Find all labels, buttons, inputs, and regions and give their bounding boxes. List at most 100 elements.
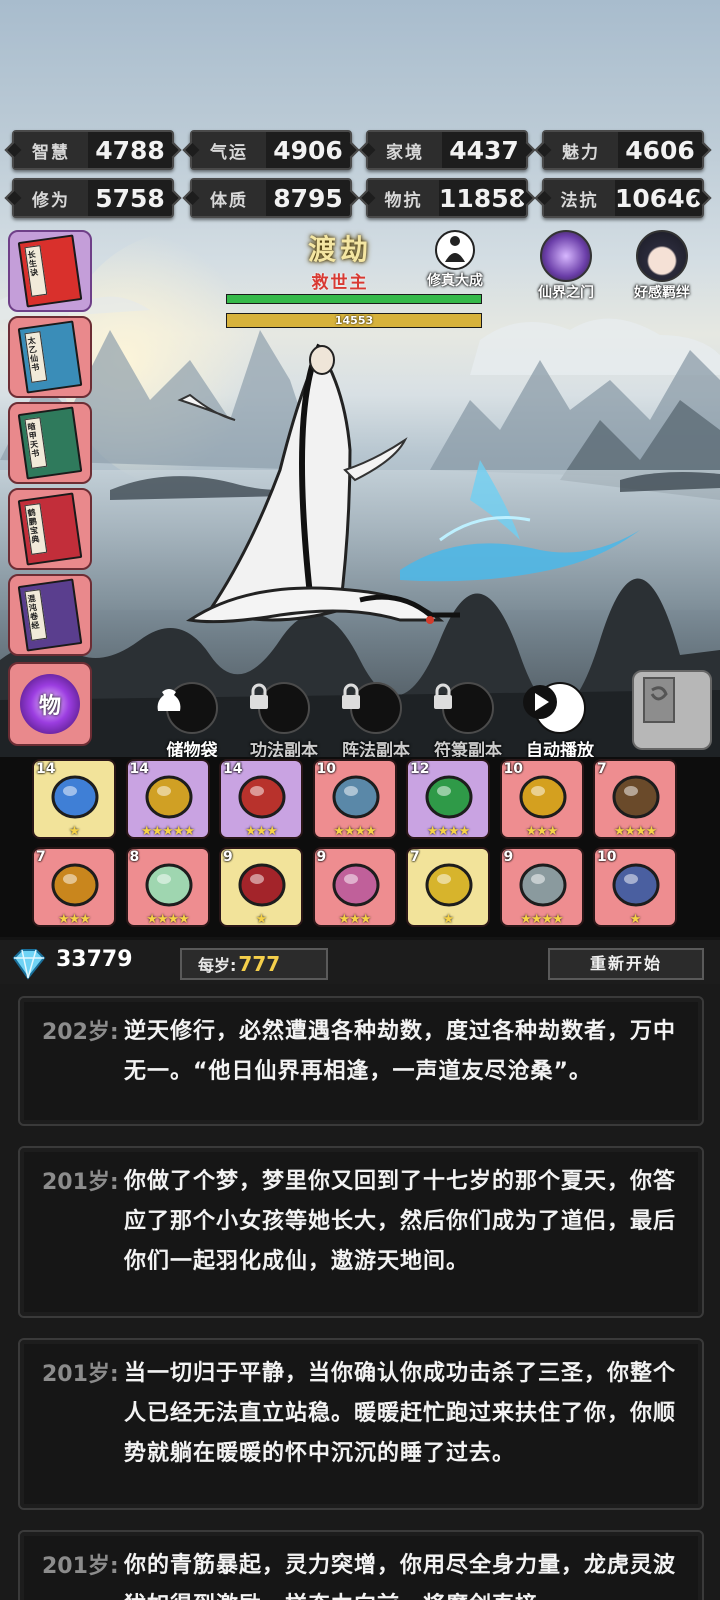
scroll-icon bbox=[332, 863, 379, 907]
action-skill-dungeon[interactable]: 功法副本 bbox=[244, 682, 324, 760]
item-slot[interactable]: 9 ★ bbox=[219, 847, 303, 927]
sword-icon bbox=[238, 863, 286, 907]
item-stars: ★ bbox=[255, 912, 268, 927]
item-stars: ★ bbox=[629, 912, 642, 927]
claw-icon bbox=[425, 775, 473, 819]
action-formation-dungeon[interactable]: 阵法副本 bbox=[336, 682, 416, 760]
restart-button[interactable]: 重新开始 bbox=[548, 948, 704, 980]
gate-icon bbox=[540, 230, 592, 282]
item-level: 14 bbox=[129, 761, 149, 777]
stat-wisdom: 智慧 4788 bbox=[12, 130, 174, 170]
item-slot[interactable]: 12 ★★★★ bbox=[406, 759, 490, 839]
item-level: 12 bbox=[410, 761, 430, 777]
hp-bar bbox=[226, 294, 482, 304]
item-level: 10 bbox=[597, 849, 617, 865]
log-text: 当一切归于平静，当你确认你成功击杀了三圣，你整个人已经无法直立站稳。暖暖赶忙跑过… bbox=[124, 1361, 677, 1466]
item-level: 14 bbox=[36, 761, 56, 777]
scroll-button[interactable] bbox=[632, 670, 712, 750]
item-slot[interactable]: 7 ★ bbox=[406, 847, 490, 927]
item-slot[interactable]: 14 ★ bbox=[32, 759, 116, 839]
book-button-2[interactable]: 暗甲天书 bbox=[8, 402, 92, 484]
amulet-icon bbox=[519, 775, 566, 819]
item-level: 8 bbox=[129, 849, 140, 865]
jade-seal-icon bbox=[145, 863, 192, 907]
item-slot[interactable]: 8 ★★★★ bbox=[125, 847, 210, 927]
green-book-icon: 暗甲天书 bbox=[17, 406, 83, 480]
item-stars: ★★★★ bbox=[520, 912, 564, 927]
item-level: 9 bbox=[316, 849, 327, 865]
items-orb-button[interactable]: 物 bbox=[8, 662, 92, 746]
axe-icon bbox=[519, 863, 566, 907]
hammer-icon bbox=[612, 775, 660, 819]
log-entry: 201岁: 当一切归于平静，当你确认你成功击杀了三圣，你整个人已经无法直立站稳。… bbox=[18, 1338, 704, 1510]
age-rate-box: 每岁: 777 bbox=[180, 948, 328, 980]
dagger-icon bbox=[332, 775, 379, 819]
item-level: 7 bbox=[36, 849, 46, 865]
log-text: 逆天修行，必然遭遇各种劫数，度过各种劫数者，万中无一。“他日仙界再相逢，一声道友… bbox=[124, 1019, 677, 1084]
item-stars: ★★★★★ bbox=[140, 824, 195, 839]
book-button-1[interactable]: 太乙仙书 bbox=[8, 316, 92, 398]
bag-icon bbox=[157, 682, 218, 734]
stat-family: 家境 4437 bbox=[366, 130, 528, 170]
stat-charm: 魅力 4606 bbox=[542, 130, 704, 170]
staff-icon bbox=[425, 863, 473, 907]
item-stars: ★★★★ bbox=[613, 824, 658, 839]
stat-physical-resist: 物抗 11858 bbox=[366, 178, 528, 218]
action-autoplay[interactable]: 自动播放 bbox=[520, 682, 600, 760]
action-talisman-dungeon[interactable]: 符箓副本 bbox=[428, 682, 508, 760]
game-screen: 智慧 4788 气运 4906 家境 4437 魅力 4606 修为 5758 体质 879… bbox=[0, 0, 720, 1600]
item-slot[interactable]: 9 ★★★ bbox=[312, 847, 397, 927]
cultivate-label: 修真大成 bbox=[427, 273, 483, 289]
age-rate-label: 每岁: bbox=[198, 956, 237, 975]
item-slot[interactable]: 14 ★★★★★ bbox=[125, 759, 210, 839]
item-level: 9 bbox=[503, 849, 514, 865]
meditation-icon bbox=[435, 230, 475, 270]
cultivate-button[interactable]: 修真大成 bbox=[418, 230, 492, 290]
book-button-4[interactable]: 混沌卷经 bbox=[8, 574, 92, 656]
age-rate-value: 777 bbox=[238, 952, 281, 976]
item-slot[interactable]: 7 ★★★★ bbox=[593, 759, 677, 839]
item-stars: ★★★ bbox=[58, 912, 91, 927]
immortal-gate-button[interactable]: 仙界之门 bbox=[524, 230, 608, 302]
violet-book-icon: 混沌卷经 bbox=[17, 578, 83, 652]
log-text: 你做了个梦，梦里你又回到了十七岁的那个夏天，你答应了那个小女孩等她长大，然后你们… bbox=[124, 1169, 677, 1274]
item-slot[interactable]: 9 ★★★★ bbox=[499, 847, 584, 927]
item-stars: ★ bbox=[68, 824, 81, 839]
scroll-icon bbox=[643, 677, 675, 723]
book-button-0[interactable]: 长生诀 bbox=[8, 230, 92, 312]
item-slot[interactable]: 10 ★★★★ bbox=[312, 759, 397, 839]
stat-magic-resist: 法抗 10646 bbox=[542, 178, 704, 218]
item-slot[interactable]: 10 ★ bbox=[593, 847, 677, 927]
red-book-icon: 长生诀 bbox=[17, 234, 83, 308]
log-entry: 201岁: 你做了个梦，梦里你又回到了十七岁的那个夏天，你答应了那个小女孩等她长… bbox=[18, 1146, 704, 1318]
action-storage-bag[interactable]: 储物袋 bbox=[152, 682, 232, 760]
gem-count: 33779 bbox=[56, 947, 133, 972]
bond-label: 好感羁绊 bbox=[634, 285, 690, 301]
item-level: 7 bbox=[410, 849, 420, 865]
gem-icon bbox=[10, 946, 46, 980]
log-text: 你的青筋暴起，灵力突增，你用尽全身力量，龙虎灵波犹如得到激励一样奋力向前，将魔剑… bbox=[124, 1553, 677, 1600]
epithet-label: 救世主 bbox=[311, 273, 369, 293]
item-level: 7 bbox=[597, 761, 607, 777]
items-orb-label: 物 bbox=[38, 694, 61, 719]
log-age: 201岁: bbox=[42, 1362, 119, 1387]
life-log[interactable]: 202岁: 逆天修行，必然遭遇各种劫数，度过各种劫数者，万中无一。“他日仙界再相… bbox=[0, 984, 720, 1600]
exp-bar: 14553 bbox=[226, 313, 482, 328]
ring-icon bbox=[51, 775, 99, 819]
log-age: 202岁: bbox=[42, 1020, 119, 1045]
item-slot[interactable]: 7 ★★★ bbox=[32, 847, 116, 927]
bracelet-icon bbox=[238, 775, 286, 819]
book-button-3[interactable]: 鹤鹏宝典 bbox=[8, 488, 92, 570]
cauldron-icon bbox=[51, 863, 99, 907]
item-slot[interactable]: 14 ★★★ bbox=[219, 759, 303, 839]
item-slot[interactable]: 10 ★★★ bbox=[499, 759, 584, 839]
log-age: 201岁: bbox=[42, 1170, 119, 1195]
stat-cultivation: 修为 5758 bbox=[12, 178, 174, 218]
spear-icon bbox=[612, 863, 660, 907]
log-age: 201岁: bbox=[42, 1554, 119, 1579]
item-level: 10 bbox=[316, 761, 336, 777]
stat-physique: 体质 8795 bbox=[190, 178, 352, 218]
affection-button[interactable]: 好感羁绊 bbox=[620, 230, 704, 302]
gate-label: 仙界之门 bbox=[538, 285, 594, 301]
crimson-book-icon: 鹤鹏宝典 bbox=[17, 492, 83, 566]
